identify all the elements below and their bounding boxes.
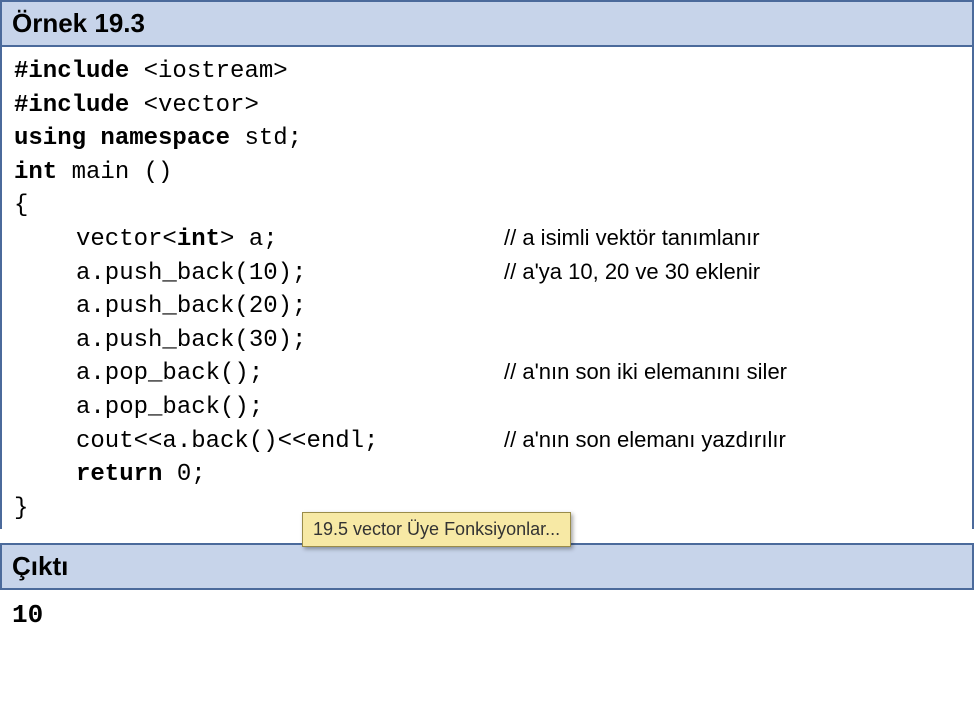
code-text: using namespace std;	[14, 122, 302, 156]
code-line: return 0;	[14, 458, 960, 492]
code-comment: // a'ya 10, 20 ve 30 eklenir	[504, 257, 760, 288]
code-line: #include <iostream>	[14, 55, 960, 89]
code-line: a.pop_back(); // a'nın son iki elemanını…	[14, 357, 960, 391]
code-line: using namespace std;	[14, 122, 960, 156]
code-text: }	[14, 492, 28, 526]
code-text: a.pop_back();	[14, 391, 263, 425]
code-line: vector<int> a; // a isimli vektör tanıml…	[14, 223, 960, 257]
tooltip: 19.5 vector Üye Fonksiyonlar...	[302, 512, 571, 547]
code-line: a.push_back(10); // a'ya 10, 20 ve 30 ek…	[14, 257, 960, 291]
code-text: vector<int> a;	[14, 223, 504, 257]
code-line: {	[14, 189, 960, 223]
code-text: return 0;	[14, 458, 206, 492]
code-text: cout<<a.back()<<endl;	[14, 425, 504, 459]
code-line: int main ()	[14, 156, 960, 190]
code-comment: // a isimli vektör tanımlanır	[504, 223, 760, 254]
code-line: #include <vector>	[14, 89, 960, 123]
code-line: a.push_back(20);	[14, 290, 960, 324]
example-title: Örnek 19.3	[12, 8, 145, 38]
code-line: a.pop_back();	[14, 391, 960, 425]
code-text: a.push_back(10);	[14, 257, 504, 291]
code-text: a.push_back(30);	[14, 324, 306, 358]
code-comment: // a'nın son iki elemanını siler	[504, 357, 787, 388]
code-text: int main ()	[14, 156, 172, 190]
output-value: 10	[12, 600, 43, 630]
code-line: cout<<a.back()<<endl; // a'nın son elema…	[14, 425, 960, 459]
output-block: 10	[0, 590, 974, 640]
example-header: Örnek 19.3	[0, 0, 974, 47]
code-text: a.push_back(20);	[14, 290, 306, 324]
tooltip-text: 19.5 vector Üye Fonksiyonlar...	[313, 519, 560, 539]
code-line: a.push_back(30);	[14, 324, 960, 358]
output-title: Çıktı	[12, 551, 68, 581]
code-comment: // a'nın son elemanı yazdırılır	[504, 425, 786, 456]
output-header: Çıktı	[0, 543, 974, 590]
code-block: #include <iostream> #include <vector> us…	[0, 47, 974, 529]
code-text: {	[14, 189, 28, 223]
code-text: #include <iostream>	[14, 55, 288, 89]
code-text: #include <vector>	[14, 89, 259, 123]
code-text: a.pop_back();	[14, 357, 504, 391]
